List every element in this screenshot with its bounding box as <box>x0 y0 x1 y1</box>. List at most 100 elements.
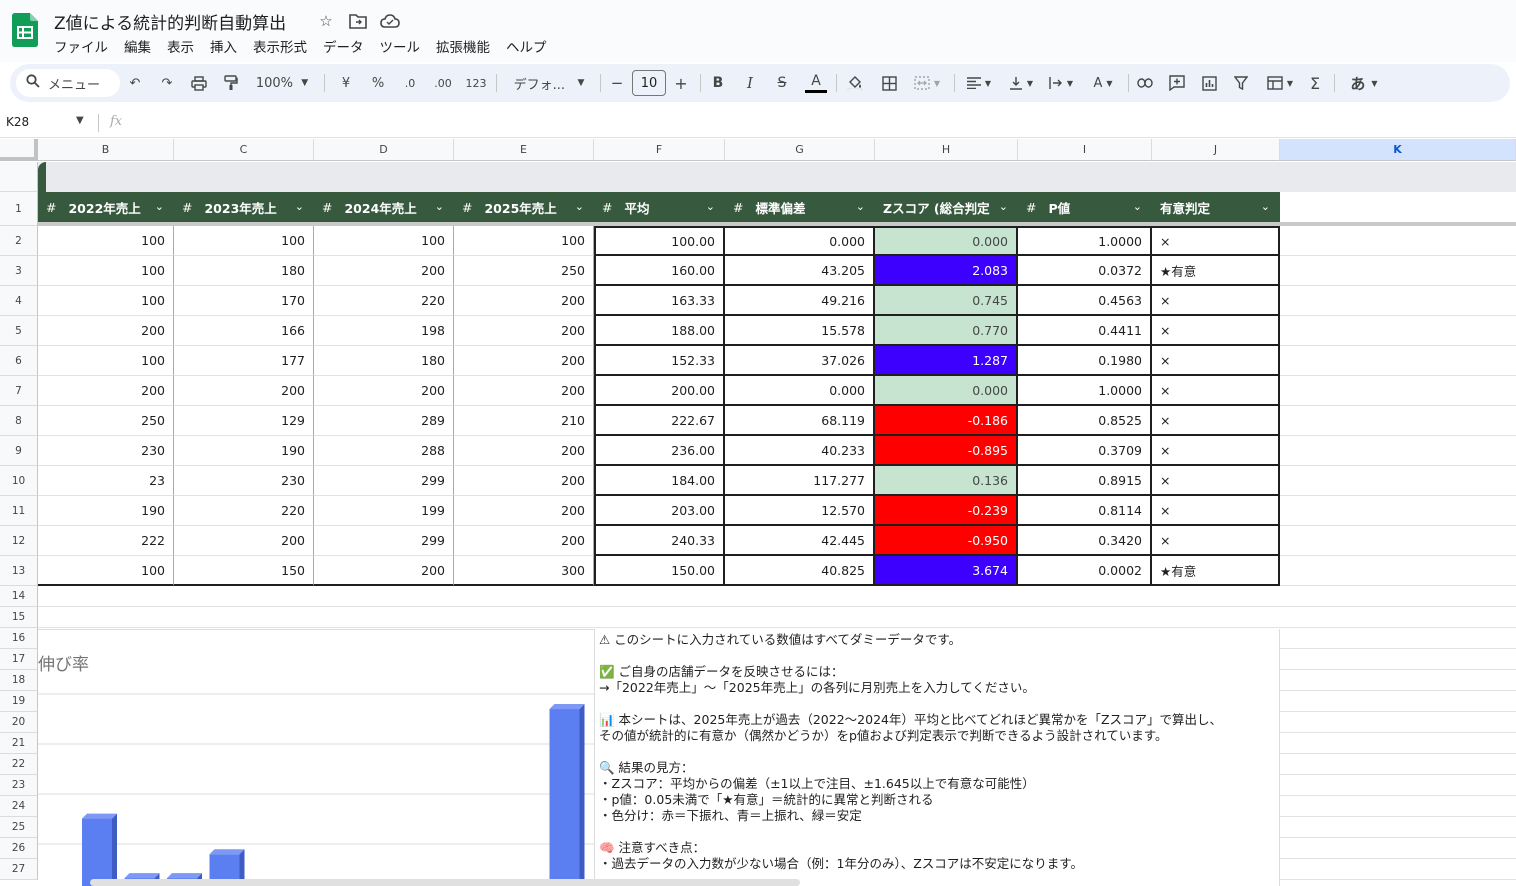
table-view-icon[interactable]: ▼ <box>1262 64 1298 102</box>
cell-p-value[interactable]: 0.8915 <box>1018 466 1152 496</box>
row-header[interactable]: 1 <box>0 192 38 226</box>
chevron-down-icon[interactable]: ⌄ <box>706 200 715 213</box>
column-header-f[interactable]: F <box>594 139 725 161</box>
cell-std-dev[interactable]: 117.277 <box>725 466 875 496</box>
name-box[interactable]: K28 <box>6 115 29 129</box>
cell-average[interactable]: 240.33 <box>594 526 725 556</box>
cell-2022-sales[interactable]: 23 <box>38 466 174 496</box>
chevron-down-icon[interactable]: ⌄ <box>295 200 304 213</box>
borders-icon[interactable] <box>878 64 900 102</box>
cell-p-value[interactable]: 0.3709 <box>1018 436 1152 466</box>
cell-z-score[interactable]: -0.186 <box>875 406 1018 436</box>
cell-2025-sales[interactable]: 200 <box>454 346 594 376</box>
cell-significance[interactable]: × <box>1152 436 1280 466</box>
cell-z-score[interactable]: 2.083 <box>875 256 1018 286</box>
cell-2025-sales[interactable]: 200 <box>454 376 594 406</box>
cell-2022-sales[interactable]: 190 <box>38 496 174 526</box>
functions-button[interactable]: Σ <box>1304 64 1326 102</box>
star-icon[interactable]: ☆ <box>316 11 336 31</box>
insert-link-icon[interactable] <box>1134 64 1156 102</box>
cell-p-value[interactable]: 0.8525 <box>1018 406 1152 436</box>
chevron-down-icon[interactable]: ⌄ <box>1133 200 1142 213</box>
header-2024-sales[interactable]: #2024年売上 ⌄ <box>314 192 454 222</box>
row-header[interactable]: 20 <box>0 712 38 733</box>
cell-std-dev[interactable]: 49.216 <box>725 286 875 316</box>
cell-significance[interactable]: × <box>1152 406 1280 436</box>
row-header[interactable]: 25 <box>0 817 38 838</box>
cell-z-score[interactable]: -0.895 <box>875 436 1018 466</box>
cell-2022-sales[interactable]: 222 <box>38 526 174 556</box>
cell-2022-sales[interactable]: 200 <box>38 376 174 406</box>
cell-average[interactable]: 150.00 <box>594 556 725 586</box>
chevron-down-icon[interactable]: ⌄ <box>1261 200 1270 213</box>
cell-2023-sales[interactable]: 166 <box>174 316 314 346</box>
document-title[interactable]: Z値による統計的判断自動算出 <box>54 9 286 34</box>
cell-p-value[interactable]: 0.1980 <box>1018 346 1152 376</box>
cell-average[interactable]: 203.00 <box>594 496 725 526</box>
cell-std-dev[interactable]: 0.000 <box>725 226 875 256</box>
number-format-button[interactable]: 123 <box>464 64 488 102</box>
insert-comment-icon[interactable] <box>1166 64 1188 102</box>
cell-std-dev[interactable]: 42.445 <box>725 526 875 556</box>
cell-2025-sales[interactable]: 250 <box>454 256 594 286</box>
cell-std-dev[interactable]: 43.205 <box>725 256 875 286</box>
paint-format-icon[interactable] <box>220 64 242 102</box>
row-header[interactable]: 27 <box>0 859 38 880</box>
cell-z-score[interactable]: 0.136 <box>875 466 1018 496</box>
menu-format[interactable]: 表示形式 <box>253 36 315 56</box>
column-header-k[interactable]: K <box>1280 139 1516 161</box>
horizontal-align-icon[interactable]: ▼ <box>962 64 996 102</box>
cell-2023-sales[interactable]: 200 <box>174 526 314 556</box>
cell-p-value[interactable]: 0.3420 <box>1018 526 1152 556</box>
row-header[interactable]: 7 <box>0 376 38 406</box>
cell-2025-sales[interactable]: 300 <box>454 556 594 586</box>
input-tools-button[interactable]: あ ▼ <box>1344 64 1384 102</box>
column-header-e[interactable]: E <box>454 139 594 161</box>
menu-edit[interactable]: 編集 <box>124 36 159 56</box>
cell-std-dev[interactable]: 37.026 <box>725 346 875 376</box>
header-2022-sales[interactable]: #2022年売上 ⌄ <box>38 192 174 222</box>
row-header[interactable]: 18 <box>0 670 38 691</box>
cell-p-value[interactable]: 0.4411 <box>1018 316 1152 346</box>
increase-font-size-button[interactable]: + <box>672 64 690 102</box>
cell-p-value[interactable]: 0.4563 <box>1018 286 1152 316</box>
growth-chart[interactable]: 伸び率 <box>38 629 594 886</box>
row-header[interactable]: 23 <box>0 775 38 796</box>
cell-average[interactable]: 100.00 <box>594 226 725 256</box>
row-header[interactable]: 3 <box>0 256 38 286</box>
cell-p-value[interactable]: 0.0002 <box>1018 556 1152 586</box>
cell-2025-sales[interactable]: 200 <box>454 436 594 466</box>
cell-2023-sales[interactable]: 190 <box>174 436 314 466</box>
cell-p-value[interactable]: 0.8114 <box>1018 496 1152 526</box>
cell-2022-sales[interactable]: 100 <box>38 556 174 586</box>
column-header-b[interactable]: B <box>38 139 174 161</box>
cell-average[interactable]: 160.00 <box>594 256 725 286</box>
header-std-dev[interactable]: # 標準偏差 ⌄ <box>725 192 875 222</box>
cell-average[interactable]: 188.00 <box>594 316 725 346</box>
select-all-corner[interactable] <box>0 139 38 161</box>
column-header-g[interactable]: G <box>725 139 875 161</box>
chevron-down-icon[interactable]: ⌄ <box>155 200 164 213</box>
row-header[interactable]: 14 <box>0 586 38 607</box>
cell-std-dev[interactable]: 15.578 <box>725 316 875 346</box>
cell-2024-sales[interactable]: 299 <box>314 466 454 496</box>
cell-average[interactable]: 163.33 <box>594 286 725 316</box>
cell-2023-sales[interactable]: 150 <box>174 556 314 586</box>
chevron-down-icon[interactable]: ▼ <box>76 115 84 126</box>
text-color-button[interactable]: A <box>804 64 828 102</box>
row-header[interactable]: 12 <box>0 526 38 556</box>
column-header-c[interactable]: C <box>174 139 314 161</box>
font-family-select[interactable]: デフォ... ▼ <box>506 64 592 102</box>
print-icon[interactable] <box>188 64 210 102</box>
currency-format-button[interactable]: ¥ <box>336 64 356 102</box>
cell-significance[interactable]: × <box>1152 466 1280 496</box>
cell-average[interactable]: 184.00 <box>594 466 725 496</box>
cell-2024-sales[interactable]: 100 <box>314 226 454 256</box>
cell-significance[interactable]: ★有意 <box>1152 556 1280 586</box>
row-header[interactable]: 8 <box>0 406 38 436</box>
filter-icon[interactable] <box>1230 64 1252 102</box>
cell-std-dev[interactable]: 0.000 <box>725 376 875 406</box>
cell-significance[interactable]: ★有意 <box>1152 256 1280 286</box>
cell-std-dev[interactable]: 40.825 <box>725 556 875 586</box>
cell-std-dev[interactable]: 40.233 <box>725 436 875 466</box>
